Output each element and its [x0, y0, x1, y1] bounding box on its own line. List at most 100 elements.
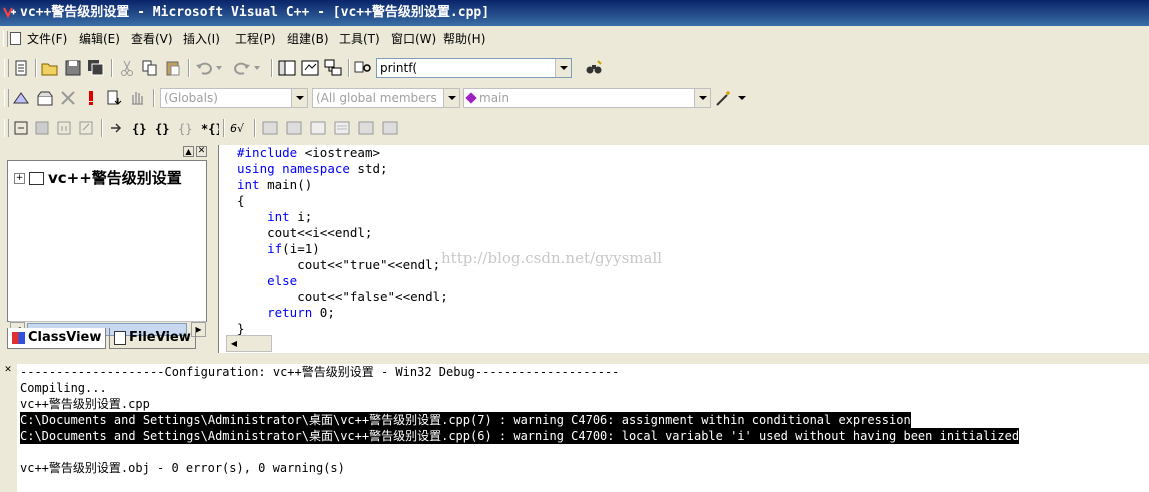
output-window-icon[interactable]	[300, 58, 320, 78]
window-list-icon[interactable]	[323, 58, 343, 78]
find-combo[interactable]: printf(	[376, 58, 572, 78]
output-line: --------------------Configuration: vc++警…	[20, 365, 620, 379]
menu-bar: 文件(F) 编辑(E) 查看(V) 插入(I) 工程(P) 组建(B) 工具(T…	[0, 28, 1149, 50]
compile-icon[interactable]	[11, 88, 31, 108]
code-line: {	[237, 193, 245, 208]
toolbar-grip[interactable]	[4, 119, 9, 137]
output-line: vc++警告级别设置.cpp	[20, 397, 150, 411]
output-warning-line[interactable]: C:\Documents and Settings\Administrator\…	[20, 428, 1020, 444]
save-all-icon[interactable]	[86, 58, 106, 78]
maximize-pane-icon[interactable]: ▲	[183, 146, 194, 157]
menubar-grip[interactable]	[3, 31, 8, 47]
close-output-icon[interactable]: ✕	[3, 365, 13, 375]
find-combo-arrow[interactable]	[555, 59, 571, 77]
members-combo-arrow[interactable]	[443, 89, 459, 107]
members-combo[interactable]: (All global members	[312, 88, 460, 108]
members-combo-value: (All global members	[316, 91, 437, 105]
tab-fileview[interactable]: FileView	[109, 328, 196, 349]
class-combo-arrow[interactable]	[291, 89, 307, 107]
cut-icon[interactable]	[117, 58, 137, 78]
find-in-files-icon[interactable]	[353, 58, 373, 78]
wizard-dropdown-icon[interactable]	[734, 88, 748, 108]
code-line: return 0;	[267, 305, 335, 320]
call-stack-icon[interactable]	[356, 118, 376, 138]
class-tree[interactable]: +vc++警告级别设置 ◀ ▶	[7, 160, 207, 339]
svg-text:6√: 6√	[230, 122, 245, 135]
run-to-cursor-icon[interactable]: *{}	[199, 118, 223, 138]
undo-icon[interactable]	[194, 58, 214, 78]
wizard-wand-icon[interactable]	[714, 88, 734, 108]
output-pane: ✕ --------------------Configuration: vc+…	[0, 362, 1149, 492]
editor-horizontal-scrollbar[interactable]: ◀	[226, 335, 272, 352]
open-folder-icon[interactable]	[40, 58, 60, 78]
menu-tools[interactable]: 工具(T)	[339, 28, 380, 50]
quickwatch-icon[interactable]: 6√	[229, 118, 249, 138]
menu-file[interactable]: 文件(F)	[27, 28, 67, 50]
watch-window-icon[interactable]	[260, 118, 280, 138]
workspace-icon[interactable]	[277, 58, 297, 78]
step-over-icon[interactable]: {}	[153, 118, 173, 138]
document-icon[interactable]	[10, 32, 21, 45]
scroll-left-icon[interactable]: ◀	[227, 336, 241, 351]
fileview-icon	[114, 330, 126, 345]
tab-classview-label: ClassView	[28, 330, 102, 345]
toolbar-grip[interactable]	[4, 89, 9, 107]
build-icon[interactable]	[35, 88, 55, 108]
go-icon[interactable]	[104, 88, 124, 108]
show-next-statement-icon[interactable]	[107, 118, 127, 138]
variables-window-icon[interactable]	[284, 118, 304, 138]
find-combo-value: printf(	[380, 61, 418, 75]
find-binoculars-icon[interactable]	[584, 58, 604, 78]
menu-edit[interactable]: 编辑(E)	[79, 28, 120, 50]
break-execution-icon[interactable]	[54, 118, 74, 138]
code-line: cout<<i<<endl;	[237, 225, 373, 240]
output-warning-line[interactable]: C:\Documents and Settings\Administrator\…	[20, 412, 911, 428]
tree-root-node[interactable]: + vc++警告级别设置	[14, 167, 182, 188]
registers-window-icon[interactable]	[308, 118, 328, 138]
function-combo[interactable]: main	[463, 88, 711, 108]
stop-debugging-icon[interactable]	[32, 118, 52, 138]
stop-build-icon[interactable]	[58, 88, 78, 108]
apply-code-changes-icon[interactable]	[76, 118, 96, 138]
workspace-header: ▲ ✕	[5, 145, 210, 159]
function-combo-arrow[interactable]	[694, 89, 710, 107]
menu-window[interactable]: 窗口(W)	[391, 28, 436, 50]
output-text[interactable]: --------------------Configuration: vc++警…	[17, 364, 1149, 492]
breakpoint-hand-icon[interactable]	[127, 88, 147, 108]
undo-dropdown-icon[interactable]	[214, 58, 234, 78]
menu-view[interactable]: 查看(V)	[131, 28, 173, 50]
code-text[interactable]: #include <iostream> using namespace std; i…	[237, 145, 448, 337]
output-line: Compiling...	[20, 381, 107, 395]
step-out-icon[interactable]: {}	[176, 118, 196, 138]
save-icon[interactable]	[63, 58, 83, 78]
redo-icon[interactable]	[232, 58, 252, 78]
toolbar-grip[interactable]	[4, 59, 9, 77]
execute-icon[interactable]	[81, 88, 101, 108]
function-combo-value: main	[479, 91, 509, 105]
redo-dropdown-icon[interactable]	[252, 58, 272, 78]
tab-fileview-label: FileView	[129, 330, 191, 345]
memory-window-icon[interactable]	[332, 118, 352, 138]
code-line: if(i=1)	[267, 241, 320, 256]
output-side-bar: ✕	[0, 362, 16, 492]
menu-insert[interactable]: 插入(I)	[183, 28, 220, 50]
new-text-file-icon[interactable]	[11, 58, 31, 78]
code-line: int main()	[237, 177, 313, 192]
code-editor[interactable]: #include <iostream> using namespace std; i…	[218, 145, 1149, 353]
svg-text:{}: {}	[155, 122, 169, 136]
menu-project[interactable]: 工程(P)	[235, 28, 276, 50]
expand-plus-icon[interactable]: +	[14, 173, 25, 184]
tab-classview[interactable]: ClassView	[7, 328, 107, 349]
copy-icon[interactable]	[140, 58, 160, 78]
class-combo[interactable]: (Globals)	[160, 88, 308, 108]
restart-icon[interactable]	[11, 118, 31, 138]
paste-icon[interactable]	[163, 58, 183, 78]
disassembly-icon[interactable]	[380, 118, 400, 138]
menu-help[interactable]: 帮助(H)	[443, 28, 485, 50]
menu-build[interactable]: 组建(B)	[287, 28, 329, 50]
code-line: using namespace std;	[237, 161, 388, 176]
close-pane-icon[interactable]: ✕	[196, 146, 207, 157]
step-into-icon[interactable]: {}	[130, 118, 150, 138]
window-title: vc++警告级别设置 - Microsoft Visual C++ - [vc+…	[20, 5, 490, 20]
function-icon	[465, 92, 477, 104]
